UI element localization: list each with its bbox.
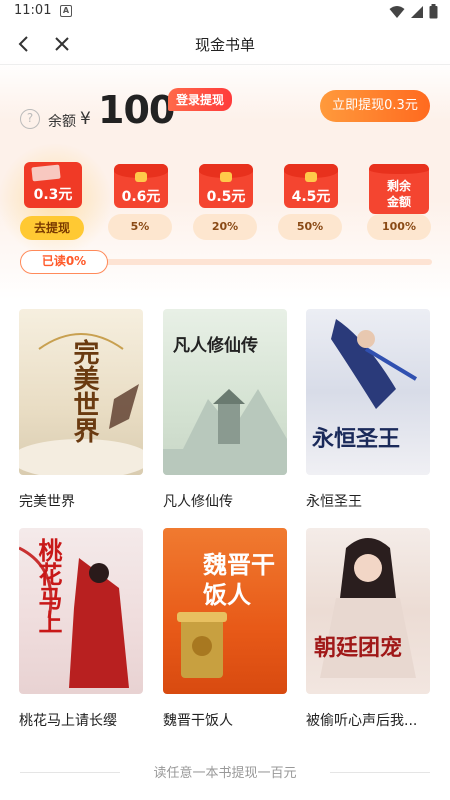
coin-icon bbox=[135, 172, 147, 182]
book-cover: 完美世界 bbox=[19, 309, 143, 475]
tier-value: 4.5元 bbox=[291, 189, 331, 205]
notification-a-icon: A bbox=[60, 5, 72, 17]
tier-red-envelope[interactable]: 4.5元 bbox=[284, 164, 338, 208]
status-bar: 11:01 A bbox=[0, 0, 450, 24]
book-title: 魏晋干饭人 bbox=[163, 713, 233, 729]
balance-amount: 100 bbox=[98, 88, 175, 132]
cover-title: 朝廷团宠 bbox=[314, 635, 403, 661]
cover-title: 凡人修仙传 bbox=[173, 336, 258, 356]
book-cover: 桃花马上 bbox=[19, 528, 143, 694]
cover-title: 永恒圣王 bbox=[312, 426, 401, 452]
book-title: 完美世界 bbox=[19, 494, 75, 510]
book-title: 桃花马上请长缨 bbox=[19, 713, 117, 729]
nav-bar: 现金书单 bbox=[0, 24, 450, 64]
book-title: 被偷听心声后我... bbox=[306, 713, 418, 729]
currency-symbol: ¥ bbox=[80, 109, 91, 129]
signal-icon bbox=[411, 5, 423, 18]
book-cover: 凡人修仙传 bbox=[163, 309, 287, 475]
go-withdraw-button[interactable]: 去提现 bbox=[20, 216, 84, 240]
balance-label: 余额 bbox=[48, 114, 76, 130]
login-withdraw-badge[interactable]: 登录提现 bbox=[168, 88, 233, 111]
tier-red-envelope[interactable]: 0.6元 bbox=[114, 164, 168, 208]
tier-value-line2: 金额 bbox=[386, 195, 411, 209]
book-cover: 魏晋干饭人 bbox=[163, 528, 287, 694]
page-title: 现金书单 bbox=[194, 36, 255, 54]
book-title: 永恒圣王 bbox=[306, 494, 362, 510]
tier-value-line1: 剩余 bbox=[386, 179, 411, 193]
help-icon[interactable]: ? bbox=[20, 109, 40, 129]
tier-red-envelope-remaining[interactable]: 剩余 金额 bbox=[369, 164, 429, 214]
coin-icon bbox=[220, 172, 232, 182]
cover-title: 完美世界 bbox=[69, 339, 99, 443]
tier-value: 剩余 金额 bbox=[369, 178, 429, 210]
footer-hint: 读任意一本书提现一百元 bbox=[153, 766, 297, 781]
envelope-paper-icon bbox=[31, 164, 61, 182]
tier-percent: 100% bbox=[367, 214, 431, 240]
reading-progress-label: 已读0% bbox=[20, 250, 108, 274]
wifi-icon bbox=[389, 5, 405, 18]
book-cover: 朝廷团宠 bbox=[306, 528, 430, 694]
tier-red-envelope-active[interactable]: 0.3元 bbox=[22, 160, 84, 224]
status-time: 11:01 bbox=[14, 3, 52, 18]
tier-percent: 50% bbox=[278, 214, 342, 240]
tier-value: 0.6元 bbox=[121, 189, 161, 205]
book-cover: 永恒圣王 bbox=[306, 309, 430, 475]
status-icons bbox=[389, 4, 438, 19]
nav-divider bbox=[0, 64, 450, 65]
book-title: 凡人修仙传 bbox=[163, 494, 233, 510]
tier-percent: 5% bbox=[108, 214, 172, 240]
battery-icon bbox=[429, 4, 438, 19]
cover-art bbox=[320, 538, 416, 678]
tier-value: 0.5元 bbox=[206, 189, 246, 205]
cover-title: 魏晋干饭人 bbox=[203, 550, 275, 609]
coin-icon bbox=[305, 172, 317, 182]
tier-percent: 20% bbox=[193, 214, 257, 240]
cover-title: 桃花马上 bbox=[34, 538, 63, 634]
withdraw-now-button[interactable]: 立即提现0.3元 bbox=[320, 90, 430, 122]
tier-value: 0.3元 bbox=[33, 187, 73, 203]
tier-red-envelope[interactable]: 0.5元 bbox=[199, 164, 253, 208]
